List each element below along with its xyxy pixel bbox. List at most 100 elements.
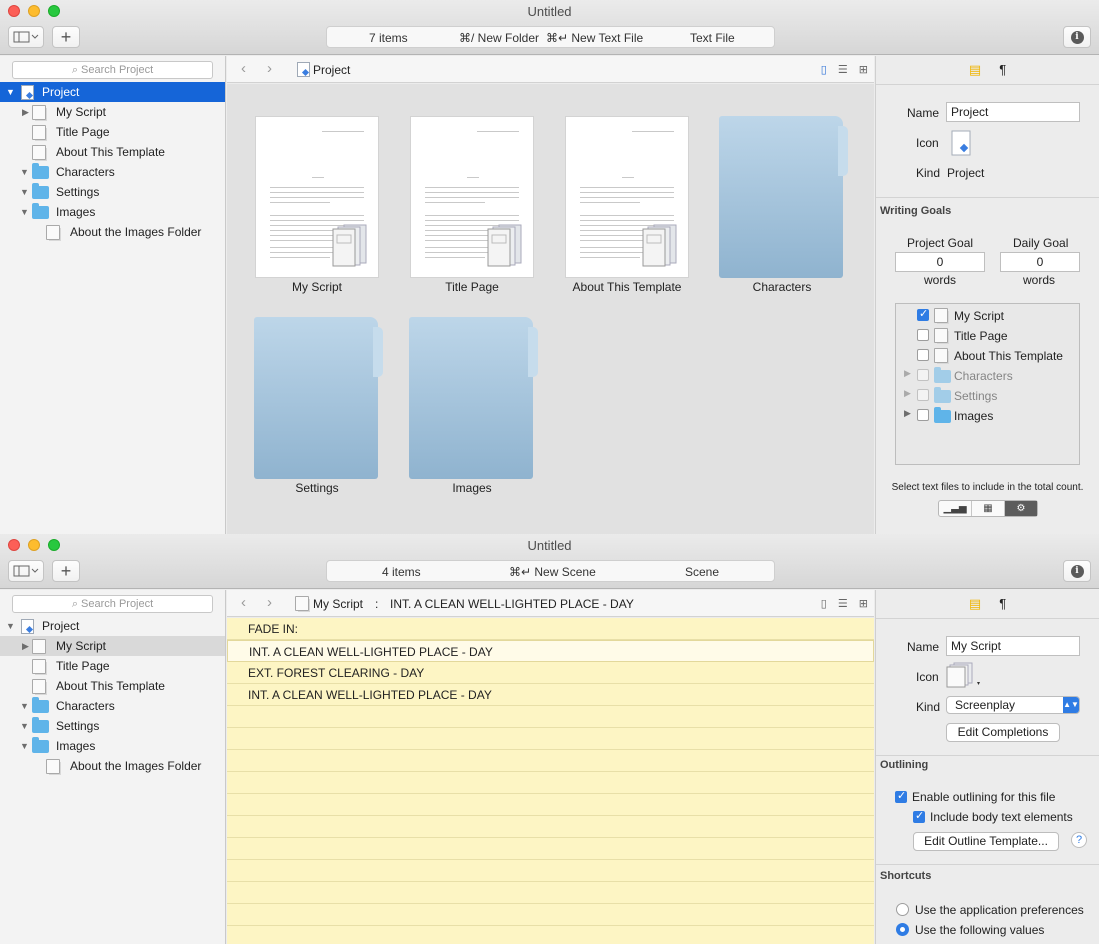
add-button[interactable]: +: [52, 26, 80, 48]
file-icon-picker[interactable]: [946, 662, 982, 691]
sidebar: ⌕ Search Project ▼ Project ▶ My Script T…: [0, 56, 226, 534]
search-field[interactable]: ⌕ Search Project: [12, 61, 213, 79]
name-label: Name: [907, 106, 940, 120]
gear-icon[interactable]: ⚙: [1005, 501, 1037, 516]
calendar-icon[interactable]: ▦: [972, 501, 1005, 516]
bar-chart-icon[interactable]: ▁▃▅: [939, 501, 972, 516]
disclosure-right-icon[interactable]: ▶: [22, 636, 29, 656]
folder-icon: [32, 697, 49, 713]
disclosure-right-icon[interactable]: ▶: [904, 368, 911, 379]
outline-line[interactable]: EXT. FOREST CLEARING - DAY: [227, 662, 874, 684]
goal-checkbox[interactable]: [917, 369, 929, 381]
tree-item-my-script[interactable]: ▶ My Script: [0, 636, 225, 656]
breadcrumb[interactable]: Project: [313, 63, 350, 77]
path-bar: ‹ › My Script : INT. A CLEAN WELL-LIGHTE…: [227, 590, 874, 617]
new-text-file-shortcut[interactable]: ⌘↵ New Text File: [546, 31, 643, 45]
element-type-label[interactable]: Scene: [685, 565, 719, 579]
search-field[interactable]: ⌕ Search Project: [12, 595, 213, 613]
new-folder-shortcut[interactable]: ⌘/ New Folder: [459, 31, 539, 45]
back-arrow-icon[interactable]: ‹: [241, 594, 246, 611]
tab-paragraph-icon[interactable]: ¶: [999, 62, 1006, 77]
tree-item-title-page[interactable]: Title Page: [0, 122, 225, 142]
tab-file-inspector-icon[interactable]: ▤: [969, 62, 981, 77]
disclosure-down-icon[interactable]: ▼: [20, 202, 29, 222]
include-body-checkbox[interactable]: [913, 809, 925, 823]
tree-item-settings[interactable]: ▼ Settings: [0, 716, 225, 736]
edit-completions-button[interactable]: Edit Completions: [946, 723, 1060, 742]
disclosure-down-icon[interactable]: ▼: [20, 716, 29, 736]
following-values-radio[interactable]: [896, 923, 909, 936]
disclosure-down-icon[interactable]: ▼: [20, 736, 29, 756]
outline-line-selected[interactable]: INT. A CLEAN WELL-LIGHTED PLACE - DAY: [227, 640, 874, 662]
tree-item-project[interactable]: ▼ Project: [0, 616, 225, 636]
goal-item-label: Characters: [954, 369, 1013, 383]
project-file-icon[interactable]: [951, 130, 971, 159]
help-icon[interactable]: ?: [1071, 832, 1087, 848]
tree-item-images[interactable]: ▼ Images: [0, 202, 225, 222]
tree-item-settings[interactable]: ▼ Settings: [0, 182, 225, 202]
outline-line[interactable]: FADE IN:: [227, 618, 874, 640]
disclosure-down-icon[interactable]: ▼: [6, 82, 15, 102]
list-view-icon[interactable]: ☰: [838, 64, 848, 76]
info-button[interactable]: i: [1063, 26, 1091, 48]
goal-item-characters[interactable]: ▶ Characters: [896, 366, 1079, 386]
disclosure-down-icon[interactable]: ▼: [20, 696, 29, 716]
disclosure-down-icon[interactable]: ▼: [20, 182, 29, 202]
add-button[interactable]: +: [52, 560, 80, 582]
list-view-icon[interactable]: ☰: [838, 598, 848, 610]
disclosure-down-icon[interactable]: ▼: [6, 616, 15, 636]
breadcrumb-file[interactable]: My Script: [313, 597, 363, 611]
disclosure-down-icon[interactable]: ▼: [20, 162, 29, 182]
disclosure-right-icon[interactable]: ▶: [904, 408, 911, 419]
goal-checkbox[interactable]: [917, 389, 929, 401]
goal-checkbox[interactable]: [917, 409, 929, 421]
file-type-label[interactable]: Text File: [690, 31, 735, 45]
goal-item-my-script[interactable]: My Script: [896, 306, 1079, 326]
back-arrow-icon[interactable]: ‹: [241, 60, 246, 77]
name-field[interactable]: My Script: [946, 636, 1080, 656]
goal-checkbox[interactable]: [917, 349, 929, 361]
tab-file-inspector-icon[interactable]: ▤: [969, 596, 981, 611]
tree-item-characters[interactable]: ▼ Characters: [0, 162, 225, 182]
tree-item-about-images[interactable]: About the Images Folder: [0, 756, 225, 776]
forward-arrow-icon[interactable]: ›: [267, 60, 272, 77]
grid-view-icon[interactable]: ⊞: [859, 64, 868, 76]
goal-item-images[interactable]: ▶ Images: [896, 406, 1079, 426]
enable-outlining-checkbox[interactable]: [895, 789, 907, 803]
grid-view-icon[interactable]: ⊞: [859, 598, 868, 610]
goal-checkbox[interactable]: [917, 307, 929, 321]
daily-goal-field[interactable]: 0: [1000, 252, 1080, 272]
outline-line[interactable]: INT. A CLEAN WELL-LIGHTED PLACE - DAY: [227, 684, 874, 706]
forward-arrow-icon[interactable]: ›: [267, 594, 272, 611]
name-field[interactable]: Project: [946, 102, 1080, 122]
folder-icon: [32, 163, 49, 179]
script-outline-editor[interactable]: FADE IN: INT. A CLEAN WELL-LIGHTED PLACE…: [227, 618, 874, 944]
goal-item-about-template[interactable]: About This Template: [896, 346, 1079, 366]
goal-item-settings[interactable]: ▶ Settings: [896, 386, 1079, 406]
sidebar-toggle-button[interactable]: [8, 26, 44, 48]
document-view-icon[interactable]: ▯: [821, 64, 827, 76]
page-thumbnail: [410, 116, 534, 278]
disclosure-right-icon[interactable]: ▶: [22, 102, 29, 122]
tree-item-about-template[interactable]: About This Template: [0, 142, 225, 162]
tree-item-my-script[interactable]: ▶ My Script: [0, 102, 225, 122]
goal-checkbox[interactable]: [917, 329, 929, 341]
sidebar-toggle-button[interactable]: [8, 560, 44, 582]
edit-outline-template-button[interactable]: Edit Outline Template...: [913, 832, 1059, 851]
info-button[interactable]: i: [1063, 560, 1091, 582]
tab-paragraph-icon[interactable]: ¶: [999, 596, 1006, 611]
disclosure-right-icon[interactable]: ▶: [904, 388, 911, 399]
tree-item-images[interactable]: ▼ Images: [0, 736, 225, 756]
tree-item-about-images[interactable]: About the Images Folder: [0, 222, 225, 242]
document-view-icon[interactable]: ▯: [821, 598, 827, 610]
project-goal-field[interactable]: 0: [895, 252, 985, 272]
breadcrumb-scene[interactable]: INT. A CLEAN WELL-LIGHTED PLACE - DAY: [390, 597, 634, 611]
kind-popup[interactable]: Screenplay ▲▼: [946, 696, 1080, 714]
tree-item-project[interactable]: ▼ Project: [0, 82, 225, 102]
tree-item-characters[interactable]: ▼ Characters: [0, 696, 225, 716]
app-prefs-radio[interactable]: [896, 903, 909, 916]
tree-item-title-page[interactable]: Title Page: [0, 656, 225, 676]
goal-item-title-page[interactable]: Title Page: [896, 326, 1079, 346]
tree-item-about-template[interactable]: About This Template: [0, 676, 225, 696]
new-scene-shortcut[interactable]: ⌘↵ New Scene: [509, 565, 596, 579]
